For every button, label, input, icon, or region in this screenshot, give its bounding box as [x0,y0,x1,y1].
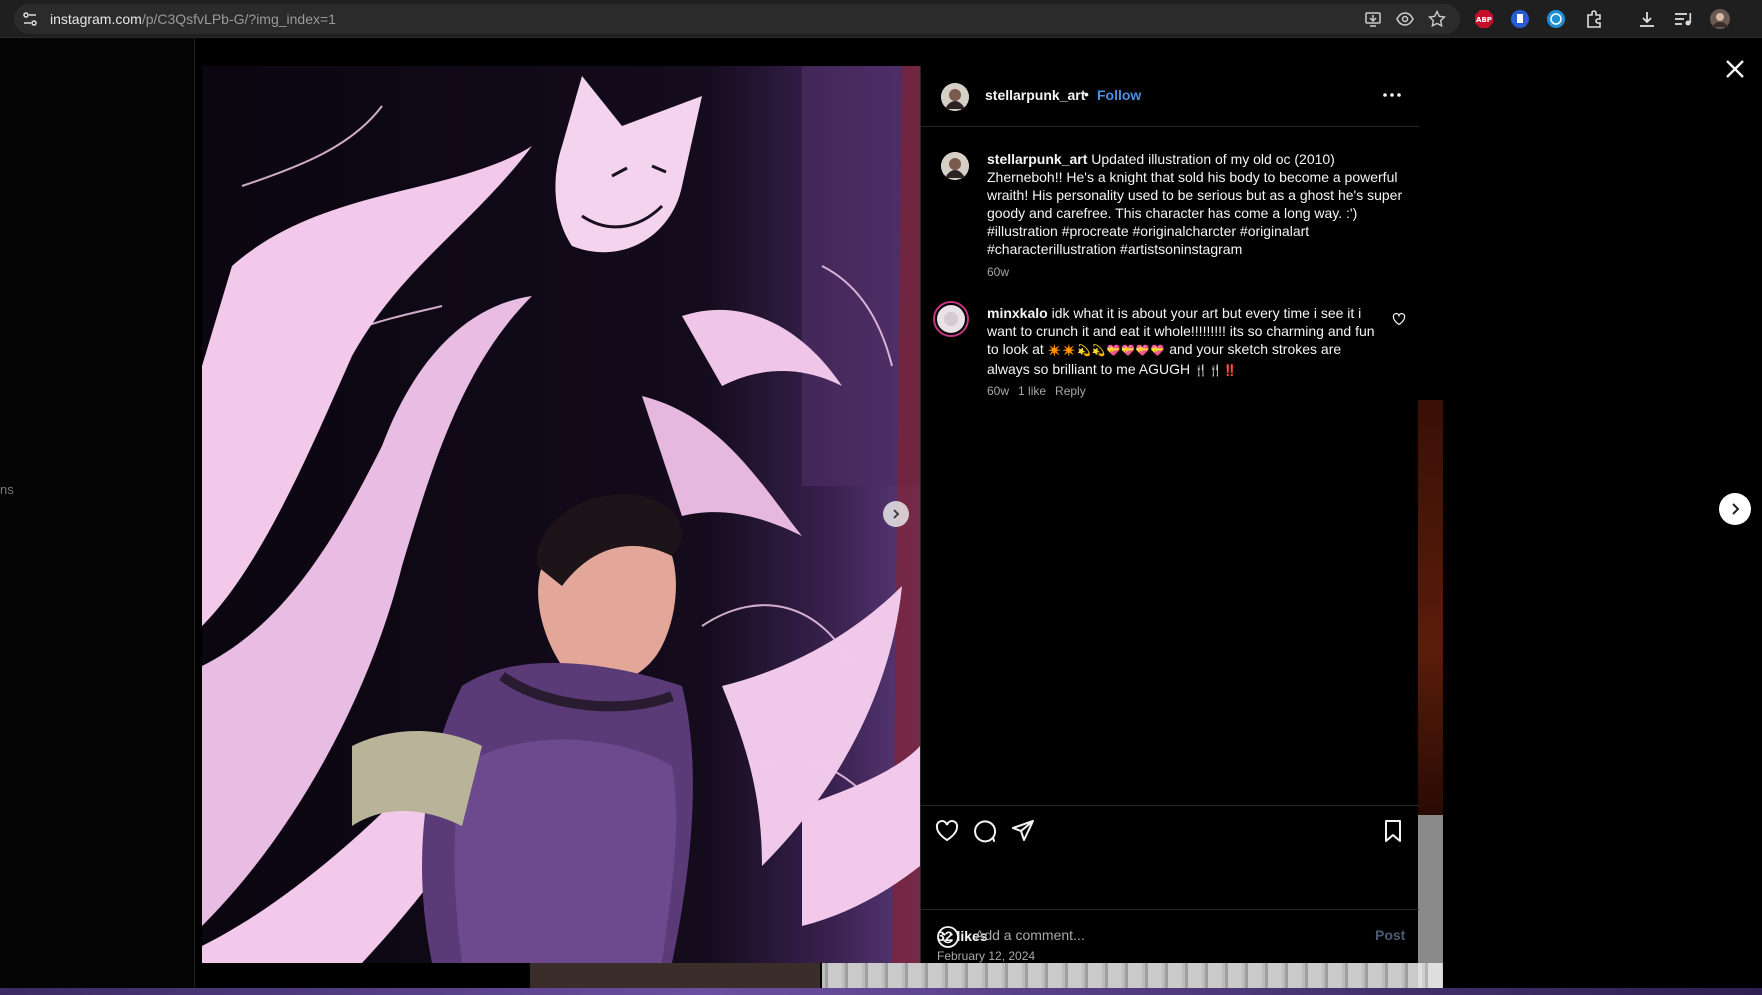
comment-bubble-icon[interactable] [971,818,997,844]
post-header: stellarpunk_art • Follow [921,66,1419,127]
separator-dot: • [1084,86,1089,102]
commenter-avatar[interactable] [933,301,969,337]
doc-icon[interactable] [1510,9,1530,29]
comment-meta: 60w 1 like Reply [987,384,1095,398]
chevron-right-icon [893,509,900,519]
chevron-right-icon [1732,503,1740,515]
author-avatar-image [941,83,969,111]
url-path: /p/C3QsfvLPb-G/?img_index=1 [141,11,336,27]
save-bookmark-icon[interactable] [1380,818,1406,844]
comment-username[interactable]: minxkalo [987,305,1048,321]
eye-icon[interactable] [1396,10,1414,28]
post-comment-button[interactable]: Post [1375,927,1405,943]
more-options-icon[interactable] [1381,84,1403,106]
share-paper-plane-icon[interactable] [1010,818,1036,844]
browser-toolbar: instagram.com/p/C3QsfvLPb-G/?img_index=1… [0,0,1762,38]
download-icon[interactable] [1637,9,1657,29]
svg-text:ABP: ABP [1476,16,1492,24]
install-app-icon[interactable] [1364,10,1382,28]
carousel-next-inner-button[interactable] [883,501,909,527]
comment-timestamp[interactable]: 60w [987,384,1009,398]
abp-icon[interactable]: ABP [1474,9,1494,29]
backdrop-post-image [1418,400,1443,815]
post-image[interactable] [202,66,920,963]
like-heart-icon[interactable] [934,818,960,844]
post-caption: stellarpunk_art Updated illustration of … [987,150,1407,258]
comment-like-count[interactable]: 1 like [1018,384,1046,398]
profile-avatar-icon[interactable] [1709,8,1731,30]
url-text[interactable]: instagram.com/p/C3QsfvLPb-G/?img_index=1 [50,11,336,27]
caption-hashtags[interactable]: #illustration #procreate #originalcharct… [987,223,1309,257]
add-comment-input[interactable] [975,927,1355,943]
bookmark-star-icon[interactable] [1428,10,1446,28]
close-icon[interactable] [1722,56,1748,82]
playlist-icon[interactable] [1673,9,1693,29]
puzzle-icon[interactable] [1584,9,1604,29]
caption-avatar[interactable] [941,152,969,180]
caption-username[interactable]: stellarpunk_art [987,151,1087,167]
backdrop-sidebar: ns [0,38,195,995]
backdrop-nav-text: ns [0,482,14,497]
taskbar-strip [0,988,1762,995]
comment-emoji-2: 🍴🍴‼️ [1193,365,1239,377]
comment-emoji-1: ✴️✴️💫💫💝💝💝💝 [1047,345,1166,357]
follow-button[interactable]: Follow [1097,87,1141,103]
caption-timestamp[interactable]: 60w [987,265,1009,279]
address-bar[interactable]: instagram.com/p/C3QsfvLPb-G/?img_index=1 [14,4,1460,34]
comment-item: minxkalo idk what it is about your art b… [987,304,1387,380]
translate-icon[interactable] [1546,9,1566,29]
caption-avatar-image [941,152,969,180]
url-host: instagram.com [50,11,142,27]
comment-reply-button[interactable]: Reply [1055,384,1086,398]
illustration-artwork [202,66,920,963]
comment-like-heart-icon[interactable] [1392,312,1406,326]
site-settings-icon[interactable] [22,11,38,27]
author-avatar[interactable] [941,83,969,111]
emoji-smiley-icon[interactable] [936,925,960,949]
comment-composer: Post [921,909,1419,963]
commenter-avatar-image [937,305,965,333]
post-details-panel: stellarpunk_art • Follow stellarpunk_art… [920,66,1419,963]
next-post-button[interactable] [1719,493,1751,525]
author-username[interactable]: stellarpunk_art [985,87,1085,103]
